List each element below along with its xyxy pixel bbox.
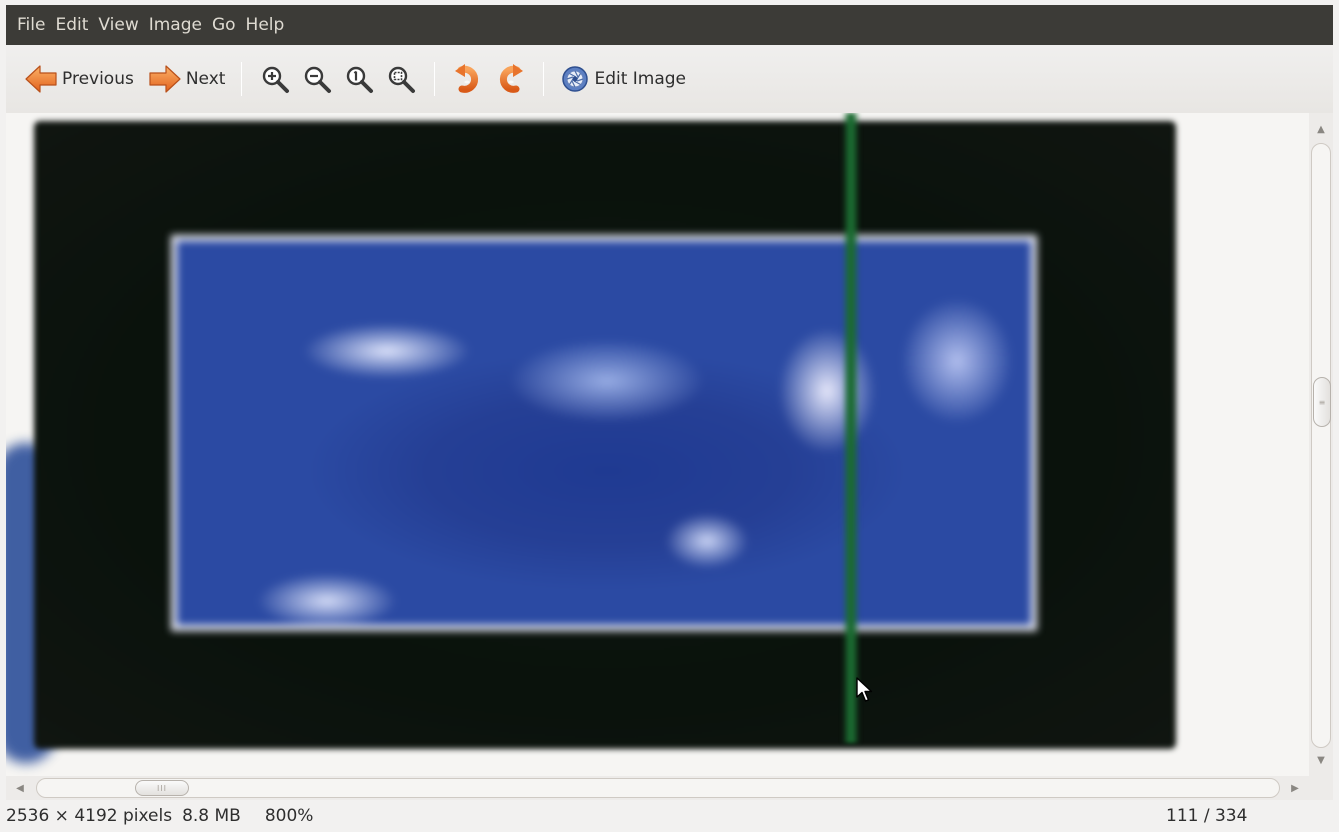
file-size: 8.8 MB	[182, 806, 241, 826]
previous-button[interactable]: Previous	[20, 57, 138, 101]
arrow-left-icon	[24, 62, 58, 96]
rotate-left-icon	[451, 62, 485, 96]
image-green-line	[842, 113, 860, 743]
displayed-image	[6, 113, 1309, 776]
edit-image-label: Edit Image	[594, 69, 687, 89]
zoom-in-button[interactable]	[254, 57, 296, 101]
vertical-scroll-trough[interactable]: ≡	[1311, 143, 1331, 748]
zoom-level: 800%	[264, 806, 314, 826]
previous-label: Previous	[62, 69, 134, 89]
menu-image[interactable]: Image	[144, 11, 207, 39]
rotate-right-button[interactable]	[489, 57, 531, 101]
toolbar-separator	[543, 62, 545, 96]
scroll-down-icon[interactable]: ▼	[1309, 748, 1333, 772]
zoom-out-button[interactable]	[296, 57, 338, 101]
menu-view[interactable]: View	[93, 11, 143, 39]
toolbar: Previous Next Edit Image	[6, 45, 1333, 113]
status-bar: 2536 × 4192 pixels 8.8 MB 800% 111 / 334	[6, 800, 1333, 832]
zoom-100-icon	[342, 62, 376, 96]
edit-image-button[interactable]: Edit Image	[556, 57, 690, 101]
scroll-right-icon[interactable]: ▶	[1283, 776, 1307, 800]
zoom-normal-button[interactable]	[338, 57, 380, 101]
menu-file[interactable]: File	[12, 11, 50, 39]
zoom-in-icon	[258, 62, 292, 96]
zoom-fit-button[interactable]	[380, 57, 422, 101]
scroll-up-icon[interactable]: ▲	[1309, 117, 1333, 141]
scroll-corner	[1309, 776, 1333, 800]
zoom-fit-icon	[384, 62, 418, 96]
toolbar-separator	[241, 62, 243, 96]
zoom-out-icon	[300, 62, 334, 96]
horizontal-scroll-thumb[interactable]: III	[135, 780, 189, 796]
rotate-right-icon	[493, 62, 527, 96]
next-label: Next	[185, 69, 226, 89]
menu-edit[interactable]: Edit	[50, 11, 93, 39]
image-viewport[interactable]	[6, 113, 1309, 776]
image-blue-photo	[171, 235, 1037, 631]
menu-bar: File Edit View Image Go Help	[6, 5, 1333, 45]
rotate-left-button[interactable]	[447, 57, 489, 101]
scroll-left-icon[interactable]: ◀	[8, 776, 32, 800]
image-position: 111 / 334	[1166, 806, 1248, 826]
horizontal-scroll-trough[interactable]: III	[36, 778, 1280, 798]
menu-go[interactable]: Go	[207, 11, 241, 39]
arrow-right-icon	[148, 62, 182, 96]
next-button[interactable]: Next	[144, 57, 230, 101]
toolbar-separator	[434, 62, 436, 96]
vertical-scrollbar[interactable]: ▲ ≡ ▼	[1309, 113, 1333, 776]
image-dimensions: 2536 × 4192 pixels	[6, 806, 173, 826]
horizontal-scrollbar[interactable]: ◀ III ▶	[6, 776, 1309, 800]
menu-help[interactable]: Help	[241, 11, 290, 39]
mouse-pointer-icon	[856, 677, 874, 707]
shutter-icon	[560, 62, 590, 96]
vertical-scroll-thumb[interactable]: ≡	[1313, 377, 1331, 427]
